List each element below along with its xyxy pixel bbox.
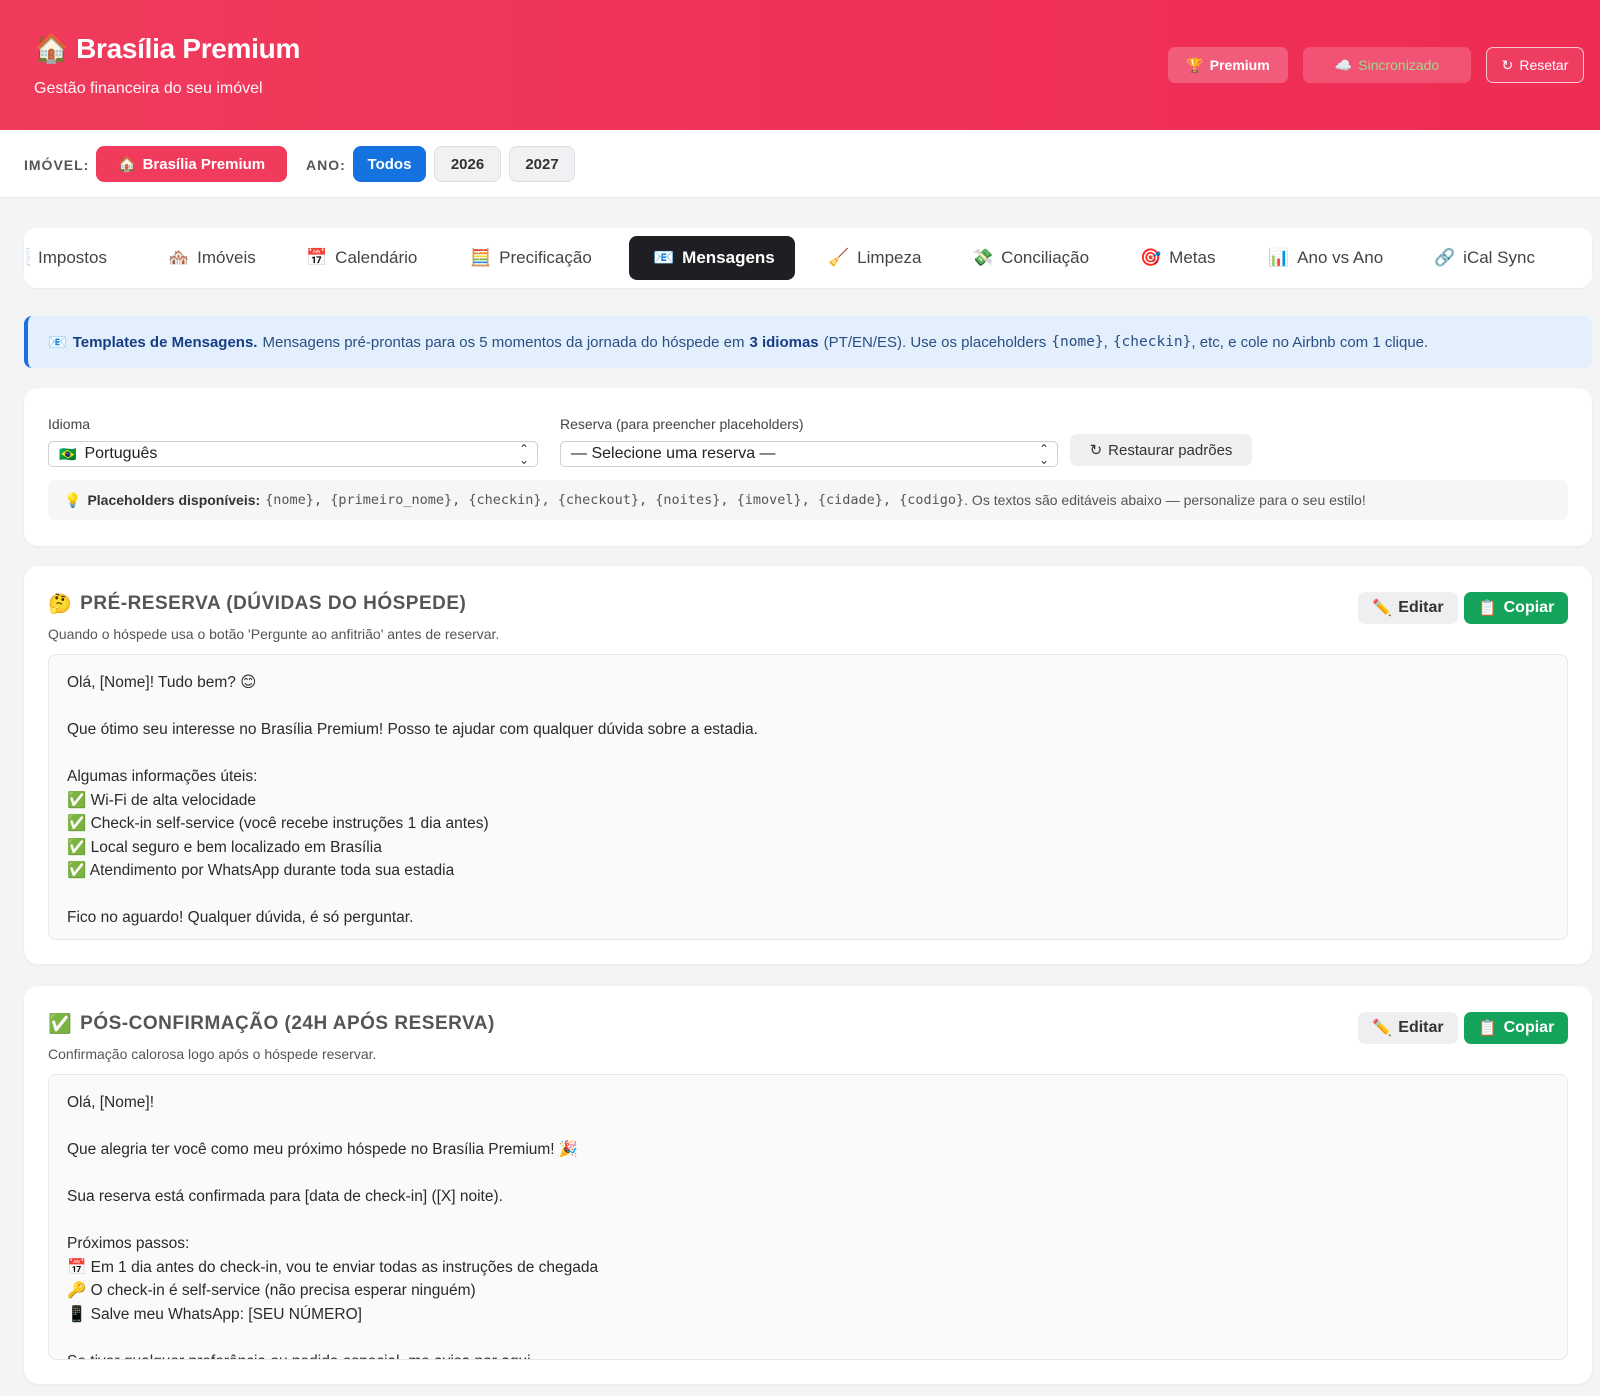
sync-status-button[interactable]: ☁️ Sincronizado (1303, 47, 1471, 83)
lightbulb-icon: 💡 (64, 491, 82, 508)
envelope-icon: 📧 (653, 248, 675, 267)
tab-ano-vs-ano[interactable]: 📊 Ano vs Ano (1244, 236, 1407, 280)
copy-button[interactable]: 📋 Copiar (1464, 1012, 1568, 1044)
cloud-icon: ☁️ (1334, 56, 1353, 73)
filter-bar: IMÓVEL: 🏠 Brasília Premium ANO: Todos 20… (0, 130, 1600, 198)
money-wings-icon: 💸 (972, 248, 994, 267)
envelope-icon: 📧 (48, 334, 67, 351)
message-description: Confirmação calorosa logo após o hóspede… (48, 1046, 377, 1062)
house-icon: 🏠 (117, 156, 137, 173)
placeholders-list: {nome}, {primeiro_nome}, {checkin}, {che… (265, 492, 965, 508)
pencil-icon: ✏️ (1372, 600, 1393, 617)
restore-defaults-button[interactable]: ↻ Restaurar padrões (1070, 434, 1252, 466)
calendar-icon: 📅 (306, 248, 328, 267)
message-card-pre-reserva: 🤔 PRÉ-RESERVA (DÚVIDAS DO HÓSPEDE) Quand… (24, 566, 1592, 964)
message-title: 🤔 PRÉ-RESERVA (DÚVIDAS DO HÓSPEDE) (48, 593, 467, 615)
clipboard-icon: 📋 (1477, 1020, 1498, 1037)
trophy-icon: 🏆 (1186, 56, 1204, 73)
broom-icon: 🧹 (828, 248, 850, 267)
property-chip[interactable]: 🏠 Brasília Premium (96, 146, 287, 182)
tab-metas[interactable]: 🎯 Metas (1116, 236, 1239, 280)
check-mark-icon: ✅ (48, 1014, 73, 1035)
tab-bar: 📑Impostos 🏘️Imóveis 📅Calendário 🧮Precifi… (24, 228, 1592, 288)
year-filter-label: ANO: (306, 157, 346, 173)
message-card-pos-confirmacao: ✅ PÓS-CONFIRMAÇÃO (24H APÓS RESERVA) Con… (24, 986, 1592, 1384)
tab-precificacao[interactable]: 🧮 Precificação (446, 236, 616, 280)
house-icon: 🏠 (34, 33, 69, 64)
app-subtitle: Gestão financeira do seu imóvel (34, 80, 263, 97)
message-title: ✅ PÓS-CONFIRMAÇÃO (24H APÓS RESERVA) (48, 1013, 495, 1035)
tab-impostos[interactable]: 📑Impostos (24, 236, 131, 280)
select-chevron-icon: ⌃ ⌃ (518, 442, 529, 466)
tab-limpeza[interactable]: 🧹 Limpeza (804, 236, 945, 280)
language-select[interactable]: 🇧🇷 Português ⌃ ⌃ (48, 441, 538, 467)
placeholders-hint: 💡 Placeholders disponíveis: {nome}, {pri… (48, 480, 1568, 520)
year-chip-2026[interactable]: 2026 (434, 146, 501, 182)
houses-icon: 🏘️ (168, 248, 190, 267)
brazil-flag-icon: 🇧🇷 (59, 445, 77, 462)
tab-imoveis[interactable]: 🏘️ Imóveis (144, 236, 280, 280)
edit-button[interactable]: ✏️ Editar (1358, 1012, 1458, 1044)
message-description: Quando o hóspede usa o botão 'Pergunte a… (48, 626, 500, 642)
clipboard-icon: 📋 (1477, 600, 1498, 617)
tab-calendario[interactable]: 📅 Calendário (282, 236, 441, 280)
copy-button[interactable]: 📋 Copiar (1464, 592, 1568, 624)
year-chip-todos[interactable]: Todos (353, 146, 426, 182)
reservation-select[interactable]: — Selecione uma reserva — ⌃ ⌃ (560, 441, 1058, 467)
tab-conciliacao[interactable]: 💸 Conciliação (948, 236, 1113, 280)
refresh-icon: ↻ (1501, 56, 1514, 73)
reservation-label: Reserva (para preencher placeholders) (560, 416, 804, 432)
info-banner: 📧 Templates de Mensagens. Mensagens pré-… (24, 316, 1592, 368)
premium-button[interactable]: 🏆 Premium (1168, 47, 1288, 83)
bar-chart-icon: 📊 (1268, 248, 1290, 267)
link-icon: 🔗 (1434, 248, 1456, 267)
reset-button[interactable]: ↻ Resetar (1486, 47, 1584, 83)
message-controls-card: Idioma 🇧🇷 Português ⌃ ⌃ Reserva (para pre… (24, 388, 1592, 546)
document-icon: 📑 (24, 248, 30, 268)
thinking-face-icon: 🤔 (48, 594, 73, 615)
tab-mensagens[interactable]: 📧 Mensagens (629, 236, 795, 280)
edit-button[interactable]: ✏️ Editar (1358, 592, 1458, 624)
language-label: Idioma (48, 416, 91, 432)
target-icon: 🎯 (1140, 248, 1162, 267)
refresh-icon: ↻ (1089, 442, 1103, 459)
pencil-icon: ✏️ (1372, 1020, 1393, 1037)
app-header: 🏠 Brasília Premium Gestão financeira do … (0, 0, 1600, 130)
banner-title: Templates de Mensagens. (72, 333, 258, 351)
abacus-icon: 🧮 (470, 248, 492, 267)
tab-ical-sync[interactable]: 🔗 iCal Sync (1410, 236, 1559, 280)
year-chip-2027[interactable]: 2027 (509, 146, 575, 182)
property-filter-label: IMÓVEL: (24, 157, 90, 173)
app-title: 🏠 Brasília Premium (34, 33, 301, 64)
select-chevron-icon: ⌃ ⌃ (1038, 442, 1049, 466)
message-body[interactable]: Olá, [Nome]! Tudo bem? 😊 Que ótimo seu i… (48, 654, 1568, 940)
message-body[interactable]: Olá, [Nome]! Que alegria ter você como m… (48, 1074, 1568, 1360)
